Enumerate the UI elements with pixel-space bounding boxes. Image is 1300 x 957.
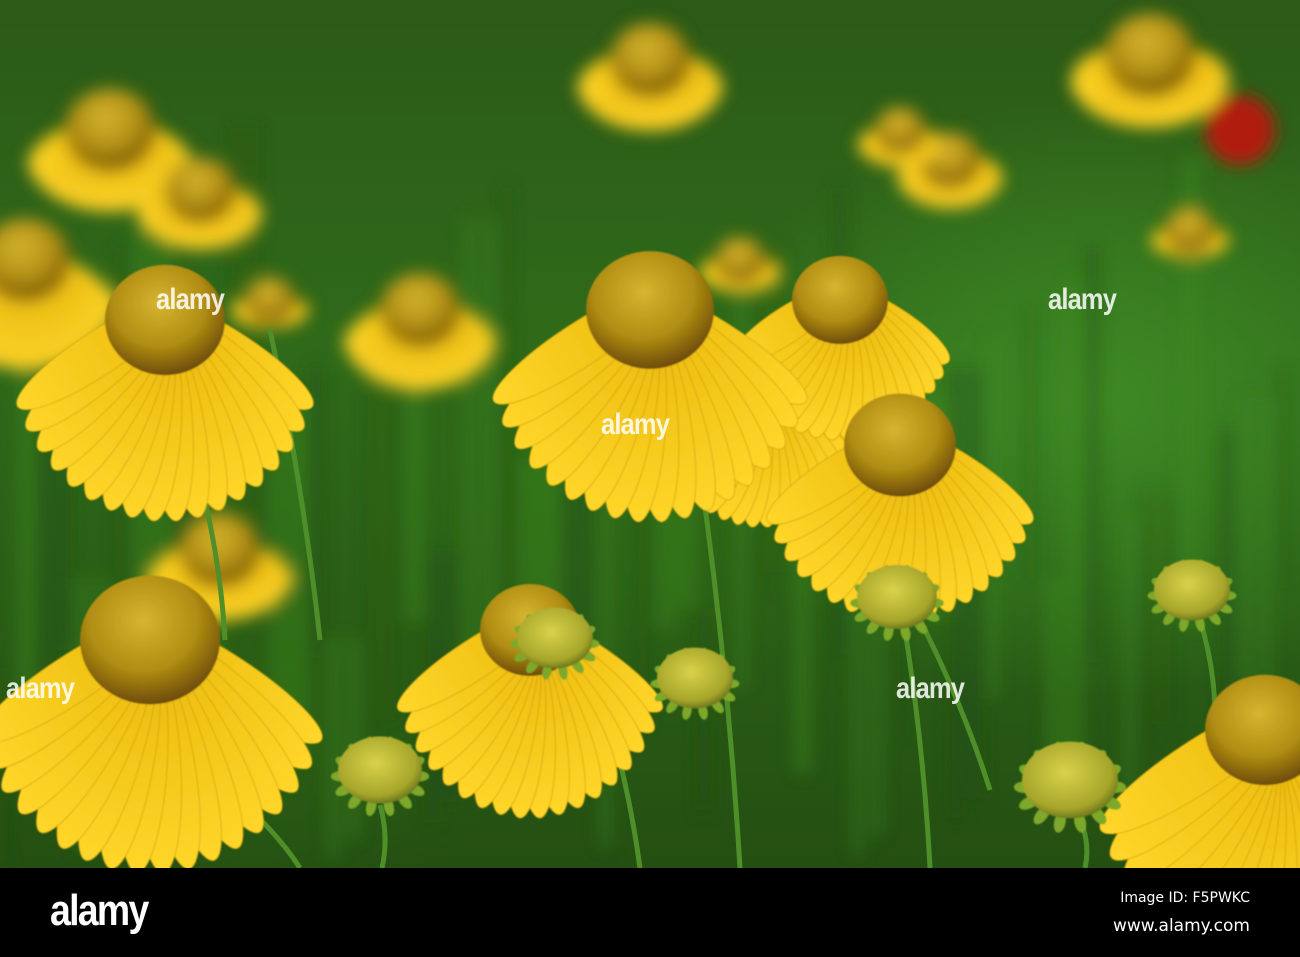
bud-center xyxy=(338,736,422,804)
grass-blade xyxy=(1280,368,1286,588)
blurred-flower xyxy=(699,237,781,293)
flower-stem xyxy=(897,599,933,868)
bud-center xyxy=(857,565,937,629)
flower-disk xyxy=(80,575,220,705)
flower-disk xyxy=(715,237,765,283)
flower-stem xyxy=(377,804,388,868)
grass-blade xyxy=(465,218,474,703)
flower-disk xyxy=(586,251,714,369)
watermark: alamy xyxy=(156,283,225,316)
flower-photo: alamy alamy alamy alamy alamy xyxy=(0,0,1300,868)
watermark: alamy xyxy=(1048,283,1117,316)
bud-center xyxy=(1022,741,1118,819)
bud-center xyxy=(517,607,593,669)
flower-disk xyxy=(844,393,956,497)
footer-bar: alamy Image ID: F5PWKC www.alamy.com xyxy=(0,868,1300,957)
flower-disk xyxy=(105,264,225,376)
grass-blade xyxy=(1028,308,1034,580)
bud xyxy=(330,736,430,817)
flower-disk xyxy=(65,88,155,172)
website-url: www.alamy.com xyxy=(1112,916,1250,936)
flower-disk xyxy=(1165,207,1215,253)
alamy-logo: alamy xyxy=(50,886,149,935)
watermark: alamy xyxy=(601,408,670,441)
flower-disk xyxy=(875,107,925,153)
blurred-flower xyxy=(1151,207,1229,259)
grass-blade xyxy=(1144,488,1150,744)
bud-center xyxy=(1154,559,1230,621)
blurred-flower xyxy=(577,23,723,132)
blurred-flower xyxy=(343,273,497,391)
watermark: alamy xyxy=(6,672,75,705)
image-id: Image ID: F5PWKC xyxy=(1120,890,1250,906)
grass-blade xyxy=(1067,278,1082,761)
grass-blade xyxy=(329,638,338,859)
bud-center xyxy=(657,647,733,709)
watermark: alamy xyxy=(896,672,965,705)
stock-photo: alamy alamy alamy alamy alamy alamy Imag… xyxy=(0,0,1300,957)
flower-disk xyxy=(1105,13,1195,97)
grass-blade xyxy=(1241,398,1250,707)
flower-disk xyxy=(610,23,690,97)
flower-disk xyxy=(165,157,235,223)
grass-blade xyxy=(349,638,358,839)
flower-disk xyxy=(245,277,295,323)
flower-disk xyxy=(792,255,888,345)
grass-blade xyxy=(1261,398,1270,687)
flower-disk xyxy=(380,273,460,347)
blurred-flower xyxy=(231,277,309,329)
